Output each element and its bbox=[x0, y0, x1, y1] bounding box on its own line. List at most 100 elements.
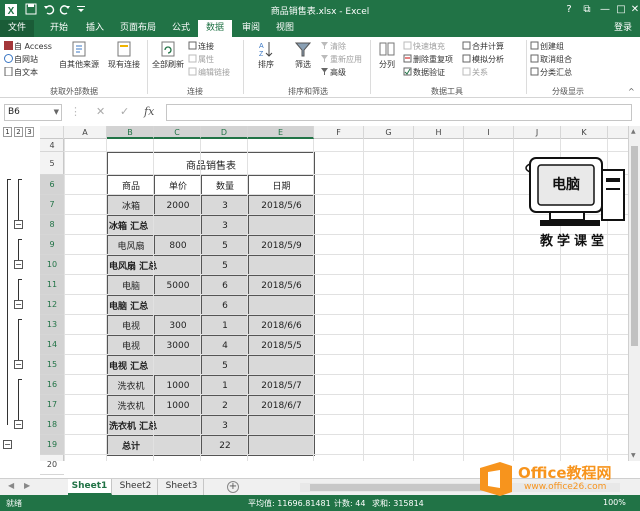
row-header-6[interactable]: 6 bbox=[40, 175, 64, 195]
subtotal-label[interactable]: 冰箱 汇总 bbox=[107, 215, 202, 236]
table-cell[interactable] bbox=[248, 295, 315, 316]
column-header-h[interactable]: H bbox=[414, 126, 464, 139]
column-title[interactable]: 日期 bbox=[248, 175, 315, 196]
table-cell[interactable]: 电风扇 bbox=[107, 235, 155, 256]
table-cell[interactable]: 1 bbox=[201, 375, 249, 396]
table-cell[interactable] bbox=[248, 215, 315, 236]
help-button[interactable]: ? bbox=[560, 2, 578, 18]
reapply-button[interactable]: 重新应用 bbox=[320, 54, 362, 65]
column-header-f[interactable]: F bbox=[314, 126, 364, 139]
row-header-4[interactable]: 4 bbox=[40, 139, 64, 152]
from-access-button[interactable]: 自 Access bbox=[4, 41, 52, 52]
grand-total-label[interactable]: 总计 bbox=[107, 435, 202, 456]
scroll-up-icon[interactable]: ▲ bbox=[631, 128, 636, 135]
tab-formulas[interactable]: 公式 bbox=[166, 20, 196, 37]
subtotal-quantity[interactable]: 6 bbox=[201, 295, 249, 316]
subtotal-label[interactable]: 电风扇 汇总 bbox=[107, 255, 202, 276]
table-cell[interactable]: 洗衣机 bbox=[107, 375, 155, 396]
collapse-group-button[interactable]: − bbox=[14, 420, 23, 429]
table-cell[interactable]: 300 bbox=[154, 315, 202, 336]
refresh-all-button[interactable]: 全部刷新 bbox=[150, 40, 186, 70]
subtotal-quantity[interactable]: 3 bbox=[201, 215, 249, 236]
table-cell[interactable]: 2018/5/5 bbox=[248, 335, 315, 356]
enter-formula-icon[interactable]: ✓ bbox=[120, 105, 129, 118]
relationships-button[interactable]: 关系 bbox=[462, 67, 488, 78]
column-title[interactable]: 单价 bbox=[154, 175, 202, 196]
column-header-a[interactable]: A bbox=[64, 126, 107, 139]
what-if-analysis-button[interactable]: 模拟分析 bbox=[462, 54, 504, 65]
table-cell[interactable]: 2018/6/6 bbox=[248, 315, 315, 336]
table-cell[interactable]: 6 bbox=[201, 275, 249, 296]
table-cell[interactable]: 2 bbox=[201, 395, 249, 416]
subtotal-label[interactable]: 电视 汇总 bbox=[107, 355, 202, 376]
table-cell[interactable]: 5000 bbox=[154, 275, 202, 296]
clear-filter-button[interactable]: 清除 bbox=[320, 41, 346, 52]
text-to-columns-button[interactable]: 分列 bbox=[373, 40, 401, 70]
existing-connections-button[interactable]: 现有连接 bbox=[106, 40, 142, 70]
insert-function-icon[interactable]: fx bbox=[144, 105, 154, 118]
row-header-15[interactable]: 15 bbox=[40, 355, 64, 375]
filter-button[interactable]: 筛选 bbox=[286, 40, 320, 70]
tab-review[interactable]: 审阅 bbox=[236, 20, 266, 37]
group-button[interactable]: 创建组 bbox=[530, 41, 564, 52]
table-cell[interactable]: 2018/5/6 bbox=[248, 195, 315, 216]
tab-file[interactable]: 文件 bbox=[0, 20, 34, 37]
table-cell[interactable]: 1 bbox=[201, 315, 249, 336]
cancel-formula-icon[interactable]: ✕ bbox=[96, 105, 105, 118]
table-cell[interactable]: 4 bbox=[201, 335, 249, 356]
table-cell[interactable]: 2018/5/9 bbox=[248, 235, 315, 256]
table-cell[interactable]: 洗衣机 bbox=[107, 395, 155, 416]
scroll-down-icon[interactable]: ▼ bbox=[631, 452, 636, 459]
row-header-5[interactable]: 5 bbox=[40, 152, 64, 175]
table-cell[interactable]: 3000 bbox=[154, 335, 202, 356]
column-header-k[interactable]: K bbox=[561, 126, 608, 139]
other-sources-button[interactable]: 自其他来源 bbox=[56, 40, 102, 70]
subtotal-button[interactable]: 分类汇总 bbox=[530, 67, 572, 78]
prev-sheet-icon[interactable]: ◀ bbox=[8, 481, 14, 490]
subtotal-label[interactable]: 电脑 汇总 bbox=[107, 295, 202, 316]
tab-view[interactable]: 视图 bbox=[270, 20, 300, 37]
outline-level-1-button[interactable]: 1 bbox=[3, 127, 12, 137]
subtotal-label[interactable]: 洗衣机 汇总 bbox=[107, 415, 202, 436]
formula-input[interactable] bbox=[166, 104, 632, 121]
column-title[interactable]: 商品 bbox=[107, 175, 155, 196]
sheet-tab-sheet2[interactable]: Sheet2 bbox=[114, 479, 158, 495]
subtotal-quantity[interactable]: 5 bbox=[201, 255, 249, 276]
table-cell[interactable]: 2018/6/7 bbox=[248, 395, 315, 416]
table-cell[interactable]: 电脑 bbox=[107, 275, 155, 296]
data-validation-button[interactable]: 数据验证 bbox=[403, 67, 445, 78]
chevron-down-icon[interactable]: ▼ bbox=[54, 105, 59, 120]
vertical-scroll-thumb[interactable] bbox=[631, 146, 638, 346]
subtotal-quantity[interactable]: 22 bbox=[201, 435, 249, 456]
table-cell[interactable]: 2018/5/7 bbox=[248, 375, 315, 396]
table-cell[interactable] bbox=[248, 415, 315, 436]
column-header-g[interactable]: G bbox=[364, 126, 414, 139]
ungroup-button[interactable]: 取消组合 bbox=[530, 54, 572, 65]
table-cell[interactable]: 5 bbox=[201, 235, 249, 256]
from-web-button[interactable]: 自网站 bbox=[4, 54, 38, 65]
collapse-group-button[interactable]: − bbox=[3, 440, 12, 449]
table-cell[interactable] bbox=[248, 255, 315, 276]
column-header-i[interactable]: I bbox=[464, 126, 514, 139]
row-header-10[interactable]: 10 bbox=[40, 255, 64, 275]
table-cell[interactable] bbox=[248, 355, 315, 376]
column-header-e[interactable]: E bbox=[248, 126, 314, 139]
row-header-9[interactable]: 9 bbox=[40, 235, 64, 255]
row-header-20[interactable]: 20 bbox=[40, 455, 64, 475]
row-header-13[interactable]: 13 bbox=[40, 315, 64, 335]
collapse-ribbon-icon[interactable]: ^ bbox=[628, 86, 635, 97]
row-header-16[interactable]: 16 bbox=[40, 375, 64, 395]
advanced-filter-button[interactable]: 高级 bbox=[320, 67, 346, 78]
outline-level-2-button[interactable]: 2 bbox=[14, 127, 23, 137]
collapse-group-button[interactable]: − bbox=[14, 360, 23, 369]
tab-insert[interactable]: 插入 bbox=[80, 20, 110, 37]
consolidate-button[interactable]: 合并计算 bbox=[462, 41, 504, 52]
collapse-group-button[interactable]: − bbox=[14, 220, 23, 229]
column-title[interactable]: 数量 bbox=[201, 175, 249, 196]
tab-page-layout[interactable]: 页面布局 bbox=[114, 20, 162, 37]
collapse-group-button[interactable]: − bbox=[14, 260, 23, 269]
table-cell[interactable] bbox=[248, 435, 315, 456]
flash-fill-button[interactable]: 快速填充 bbox=[403, 41, 445, 52]
row-header-11[interactable]: 11 bbox=[40, 275, 64, 295]
properties-button[interactable]: 属性 bbox=[188, 54, 214, 65]
